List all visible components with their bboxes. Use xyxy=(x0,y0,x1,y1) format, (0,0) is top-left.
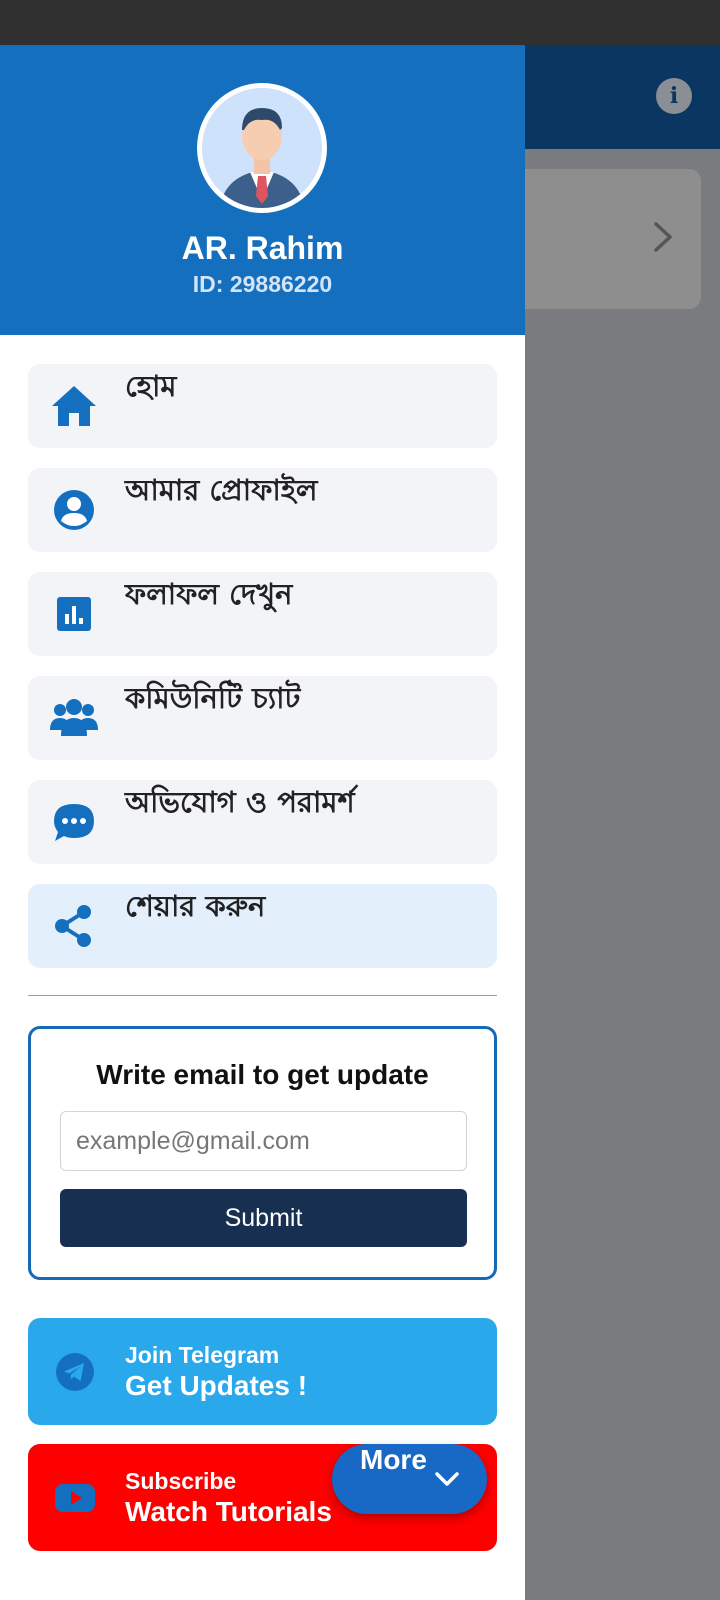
more-button[interactable]: More xyxy=(332,1444,487,1514)
chat-bubble-icon xyxy=(54,804,94,841)
home-icon xyxy=(52,386,96,426)
telegram-icon xyxy=(56,1353,94,1391)
account-circle-icon xyxy=(54,490,94,530)
email-field[interactable] xyxy=(60,1111,467,1171)
menu-item-label: অভিযোগ ও পরামর্শ xyxy=(125,785,355,819)
telegram-big-text: Get Updates ! xyxy=(125,1370,308,1401)
menu-item-label: আমার প্রোফাইল xyxy=(125,473,318,507)
menu-item-results[interactable]: ফলাফল দেখুন xyxy=(28,572,497,656)
youtube-small-text: Subscribe xyxy=(125,1468,237,1494)
join-telegram-button[interactable]: Join Telegram Get Updates ! xyxy=(28,1318,497,1425)
drawer-header: AR. Rahim ID: 29886220 xyxy=(0,45,525,335)
chevron-right-icon xyxy=(654,222,672,252)
menu-item-community-chat[interactable]: কমিউনিটি চ্যাট xyxy=(28,676,497,760)
user-avatar-icon xyxy=(202,88,322,208)
menu-item-label: হোম xyxy=(125,369,177,403)
more-button-label: More xyxy=(360,1444,427,1475)
status-bar xyxy=(0,0,720,45)
bar-chart-icon xyxy=(57,597,91,631)
email-card-title: Write email to get update xyxy=(96,1059,429,1090)
menu-item-label: শেয়ার করুন xyxy=(125,889,266,923)
menu-item-share[interactable]: শেয়ার করুন xyxy=(28,884,497,968)
youtube-big-text: Watch Tutorials xyxy=(125,1496,332,1527)
submit-button[interactable]: Submit xyxy=(60,1189,467,1247)
menu-item-feedback[interactable]: অভিযোগ ও পরামর্শ xyxy=(28,780,497,864)
navigation-drawer: AR. Rahim ID: 29886220 হোম আমার প্রোফাইল… xyxy=(0,45,525,1600)
share-icon xyxy=(55,905,91,947)
menu-item-home[interactable]: হোম xyxy=(28,364,497,448)
avatar xyxy=(197,83,327,213)
menu-item-label: কমিউনিটি চ্যাট xyxy=(125,681,301,715)
user-id: ID: 29886220 xyxy=(192,271,333,297)
telegram-small-text: Join Telegram xyxy=(125,1342,280,1368)
menu-item-label: ফলাফল দেখুন xyxy=(125,577,293,611)
chevron-down-icon xyxy=(435,1472,459,1486)
people-icon xyxy=(50,699,98,736)
info-icon[interactable]: i xyxy=(656,78,692,114)
menu-item-profile[interactable]: আমার প্রোফাইল xyxy=(28,468,497,552)
divider xyxy=(28,995,497,996)
email-subscribe-card: Write email to get update Submit xyxy=(28,1026,497,1280)
user-name: AR. Rahim xyxy=(181,230,344,266)
youtube-icon xyxy=(55,1484,95,1512)
